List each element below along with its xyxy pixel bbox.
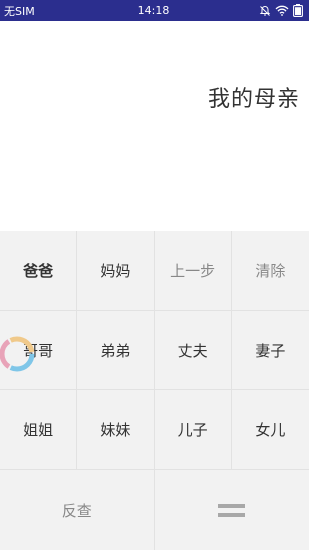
key-younger-brother[interactable]: 弟弟 [77,311,155,390]
key-label: 反查 [61,501,92,520]
keypad-row-2: 哥哥 弟弟 丈夫 妻子 [0,311,309,390]
key-label: 妻子 [255,341,286,360]
equals-icon [218,503,246,517]
keypad-row-1: 爸爸 妈妈 上一步 清除 [0,231,309,311]
key-label: 女儿 [255,421,286,439]
result-display: 我的母亲 [0,21,309,231]
keypad-row-3: 姐姐 妹妹 儿子 女儿 [0,390,309,470]
clock: 14:18 [137,4,170,17]
key-daughter[interactable]: 女儿 [231,390,309,470]
key-wife[interactable]: 妻子 [231,311,309,390]
key-label: 清除 [255,262,286,280]
key-son[interactable]: 儿子 [154,390,232,470]
equals-button[interactable] [154,470,309,550]
key-label: 妈妈 [100,262,131,280]
key-elder-sister[interactable]: 姐姐 [0,390,78,470]
status-bar: 无SIM 14:18 [0,0,309,21]
key-label: 丈夫 [177,341,208,360]
battery-icon [293,4,303,17]
key-label: 姐姐 [23,421,54,439]
key-husband[interactable]: 丈夫 [154,311,232,390]
reverse-lookup-button[interactable]: 反查 [0,470,155,550]
undo-button[interactable]: 上一步 [154,231,232,311]
keypad: 爸爸 妈妈 上一步 清除 哥哥 弟弟 丈夫 妻子 姐姐 妹妹 儿子 女儿 反查 [0,231,309,550]
key-younger-sister[interactable]: 妹妹 [77,390,155,470]
result-text: 我的母亲 [207,87,300,112]
clear-button[interactable]: 清除 [231,231,309,311]
floating-assistant-icon[interactable] [0,335,36,373]
wifi-icon [275,5,289,16]
status-icons [223,4,303,17]
key-label: 弟弟 [100,341,131,360]
key-mother[interactable]: 妈妈 [77,231,155,311]
key-father[interactable]: 爸爸 [0,231,78,311]
carrier-label: 无SIM [4,4,35,18]
key-label: 上一步 [170,262,216,280]
keypad-row-4: 反查 [0,470,309,550]
alarm-off-icon [259,5,271,17]
key-label: 儿子 [177,421,208,439]
key-label: 妹妹 [100,421,131,439]
key-label: 爸爸 [23,262,54,280]
